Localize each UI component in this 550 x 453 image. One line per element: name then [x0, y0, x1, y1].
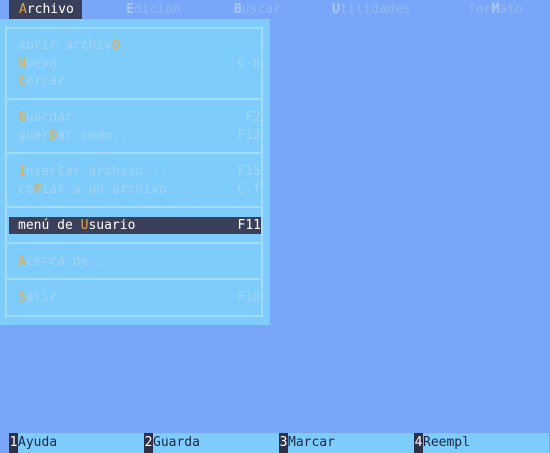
- item-shortcut: F15: [237, 164, 261, 179]
- menu-item-copiar-a-archivo[interactable]: coPiar a un archivo... C-f: [9, 181, 261, 198]
- item-hotkey: C: [18, 74, 26, 89]
- fkey-number: 2: [144, 433, 153, 453]
- menu-archivo-hotkey: A: [19, 2, 27, 17]
- fkey-number: 3: [279, 433, 288, 453]
- item-hotkey: A: [18, 254, 26, 269]
- archivo-dropdown: abrir archivO... Nuevo C-n Cerrar Guarda…: [0, 19, 270, 325]
- menu-buscar-label: uscar: [241, 2, 281, 17]
- item-hotkey: N: [18, 56, 26, 71]
- menu-item-guardar-como[interactable]: guarDar como... F12: [9, 127, 261, 144]
- menu-utilidades-hotkey: U: [332, 2, 340, 17]
- menu-bar: Archivo Edición Buscar Utilidades forMat…: [0, 0, 550, 19]
- item-hotkey: S: [18, 290, 26, 305]
- fkey-number: 1: [9, 433, 18, 453]
- item-shortcut: F2: [245, 110, 261, 125]
- menu-edicion-label: dición: [133, 2, 181, 17]
- item-shortcut: F10: [237, 290, 261, 305]
- item-hotkey: G: [18, 110, 26, 125]
- menu-edicion-hotkey: E: [126, 2, 134, 17]
- item-label: cerca de...: [25, 254, 112, 269]
- fkey-reempl[interactable]: 4Reempl: [414, 433, 549, 453]
- menu-utilidades[interactable]: Utilidades: [332, 0, 410, 19]
- item-label-pre: menú de: [18, 218, 81, 233]
- item-hotkey: O: [111, 38, 120, 53]
- item-shortcut: F11: [237, 218, 261, 233]
- menu-archivo[interactable]: Archivo: [9, 0, 82, 19]
- item-label: ar como...: [57, 128, 136, 143]
- item-label: nsertar archivo...: [25, 164, 167, 179]
- menu-item-acerca-de[interactable]: Acerca de...: [9, 253, 261, 270]
- menu-archivo-label: rchivo: [26, 2, 74, 17]
- item-shortcut: F12: [237, 128, 261, 143]
- fkey-number: 4: [414, 433, 423, 453]
- menu-item-guardar[interactable]: Guardar F2: [9, 109, 261, 126]
- menu-item-abrir-archivo[interactable]: abrir archivO...: [9, 37, 261, 54]
- menu-formato-label: ato: [499, 2, 523, 17]
- menu-buscar[interactable]: Buscar: [234, 0, 281, 19]
- item-label: errar: [25, 74, 65, 89]
- item-label: uardar: [25, 110, 73, 125]
- menu-formato[interactable]: forMato: [468, 0, 523, 19]
- menu-formato-label-pre: for: [468, 2, 492, 17]
- function-key-bar: 1Ayuda 2Guarda 3Marcar 4Reempl: [0, 433, 550, 453]
- item-label-pre: abrir archiv: [18, 38, 112, 53]
- fkey-label: Reempl: [423, 433, 549, 453]
- menu-edicion[interactable]: Edición: [126, 0, 181, 19]
- fkey-guarda[interactable]: 2Guarda: [144, 433, 279, 453]
- fkey-label: Ayuda: [18, 433, 144, 453]
- item-hotkey: D: [49, 128, 58, 143]
- item-label: iar a un archivo...: [41, 182, 191, 197]
- fkey-label: Guarda: [153, 433, 279, 453]
- menu-buscar-hotkey: B: [234, 2, 242, 17]
- item-label: uevo: [25, 56, 58, 71]
- fkey-marcar[interactable]: 3Marcar: [279, 433, 414, 453]
- text-editor-screen: Archivo Edición Buscar Utilidades forMat…: [0, 0, 550, 453]
- menu-item-cerrar[interactable]: Cerrar: [9, 73, 261, 90]
- item-label-pre: guar: [18, 128, 50, 143]
- item-label-pre: co: [18, 182, 34, 197]
- item-label: alir: [25, 290, 58, 305]
- menu-item-menu-de-usuario[interactable]: menú de Usuario F11: [9, 217, 261, 234]
- item-shortcut: C-f: [237, 182, 261, 197]
- item-label: ...: [119, 38, 144, 53]
- fkey-label: Marcar: [288, 433, 414, 453]
- menu-item-insertar-archivo[interactable]: Insertar archivo... F15: [9, 163, 261, 180]
- menu-item-nuevo[interactable]: Nuevo C-n: [9, 55, 261, 72]
- item-shortcut: C-n: [237, 56, 261, 71]
- menu-utilidades-label: tilidades: [339, 2, 411, 17]
- item-label: suario: [88, 218, 136, 233]
- fkey-ayuda[interactable]: 1Ayuda: [9, 433, 144, 453]
- menu-item-salir[interactable]: Salir F10: [9, 289, 261, 306]
- item-hotkey: I: [18, 164, 26, 179]
